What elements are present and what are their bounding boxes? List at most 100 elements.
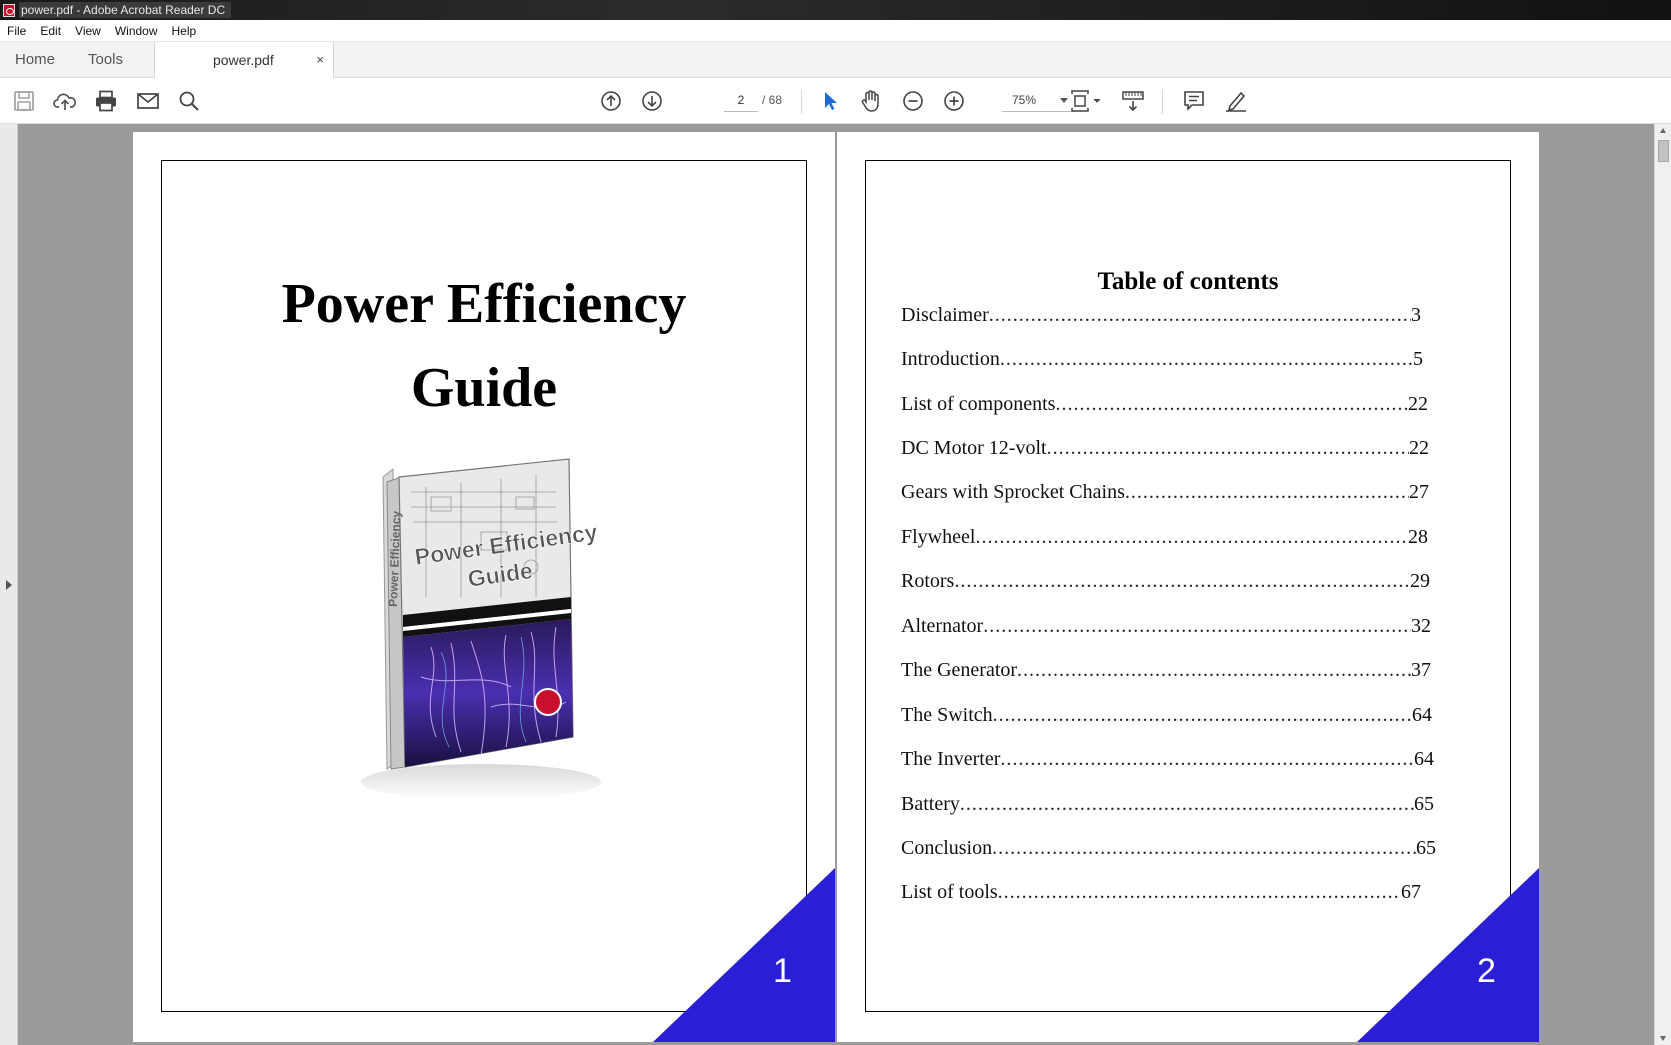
toc-leader (1047, 437, 1409, 460)
toolbar: 2 / 68 75% (0, 78, 1671, 124)
previous-page-icon[interactable] (598, 88, 624, 114)
page-number-2: 2 (1477, 952, 1496, 990)
scroll-up-icon[interactable] (1660, 128, 1666, 133)
toc-entry[interactable]: Alternator 32 (901, 615, 1431, 645)
tab-home[interactable]: Home (15, 42, 55, 78)
save-icon[interactable] (11, 88, 37, 114)
book-cover-image: Power Efficiency Guide Power Efficiency (361, 458, 601, 800)
toc-leader (1017, 659, 1411, 682)
toc-entry[interactable]: Battery 65 (901, 793, 1434, 823)
expand-panel-icon[interactable] (6, 580, 12, 590)
zoom-out-icon[interactable] (900, 88, 926, 114)
toc-entry-label: Battery (901, 793, 960, 815)
toc-leader (993, 704, 1412, 727)
pdf-page-2: Table of contents Disclaimer 3 Introducti… (837, 132, 1539, 1042)
zoom-select[interactable]: 75% (1002, 88, 1074, 112)
acrobat-icon (3, 3, 15, 17)
tab-bar: Home Tools power.pdf × (0, 42, 1671, 79)
cloud-upload-icon[interactable] (52, 88, 78, 114)
toc-entry[interactable]: The Generator 37 (901, 659, 1431, 689)
email-icon[interactable] (135, 88, 161, 114)
toc-leader (954, 570, 1410, 593)
tab-tools[interactable]: Tools (88, 42, 123, 78)
toc-entry[interactable]: The Switch 64 (901, 704, 1432, 734)
toc-entry-page: 22 (1408, 393, 1428, 415)
window-title: power.pdf - Adobe Acrobat Reader DC (19, 2, 232, 18)
toc-entry-page: 22 (1409, 437, 1429, 459)
toc-leader (1000, 348, 1413, 371)
toc-entry-label: The Switch (901, 704, 993, 726)
document-viewer[interactable]: Power Efficiency Guide Power Efficiency … (0, 124, 1671, 1045)
toc-entry-page: 28 (1408, 526, 1428, 548)
fit-page-icon[interactable] (1068, 88, 1104, 114)
toc-entry-page: 65 (1416, 837, 1436, 859)
corner-triangle (653, 868, 835, 1042)
menu-window[interactable]: Window (108, 20, 165, 42)
toc-entry-label: The Generator (901, 659, 1018, 681)
toc-leader (1055, 393, 1408, 416)
tab-document-label: power.pdf (213, 52, 274, 68)
cover-title-line1: Power Efficiency (281, 273, 687, 335)
toc-leader (1000, 748, 1414, 771)
tab-close-icon[interactable]: × (316, 42, 324, 78)
toc-entry-label: Alternator (901, 615, 984, 637)
left-panel-toggle[interactable] (0, 124, 18, 1045)
toolbar-divider (1162, 90, 1163, 114)
toc-entry-label: Disclaimer (901, 304, 989, 326)
toc-entry-page: 3 (1411, 304, 1421, 326)
menu-view[interactable]: View (68, 20, 108, 42)
scroll-down-icon[interactable] (1660, 1036, 1666, 1041)
toc-leader (983, 615, 1411, 638)
toc-entry[interactable]: Gears with Sprocket Chains 27 (901, 481, 1429, 511)
scroll-mode-icon[interactable] (1120, 88, 1146, 114)
toc-leader (989, 304, 1411, 327)
cover-title-line2: Guide (410, 357, 558, 419)
title-bar: power.pdf - Adobe Acrobat Reader DC (0, 0, 1671, 20)
toc-entry-page: 64 (1414, 748, 1434, 770)
menu-edit[interactable]: Edit (33, 20, 68, 42)
toc-entry-page: 64 (1412, 704, 1432, 726)
toc-entry[interactable]: Disclaimer 3 (901, 304, 1421, 334)
search-icon[interactable] (176, 88, 202, 114)
toc-entry-label: List of tools (901, 881, 998, 903)
toc-leader (960, 793, 1414, 816)
chevron-down-icon (1060, 98, 1068, 103)
zoom-in-icon[interactable] (941, 88, 967, 114)
tab-document[interactable]: power.pdf × (154, 42, 334, 79)
toc-entry[interactable]: DC Motor 12-volt 22 (901, 437, 1429, 467)
menu-help[interactable]: Help (165, 20, 204, 42)
sign-icon[interactable] (1223, 88, 1249, 114)
toc-entry[interactable]: List of tools67 (901, 881, 1421, 911)
hand-icon[interactable] (858, 88, 884, 114)
corner-triangle (1357, 868, 1539, 1042)
toc-entry[interactable]: List of components 22 (901, 393, 1428, 423)
toc-entry[interactable]: The Inverter 64 (901, 748, 1434, 778)
toc-entry-label: Conclusion (901, 837, 993, 859)
toc-heading: Table of contents (1097, 268, 1279, 295)
toc-entry-label: Gears with Sprocket Chains (901, 481, 1125, 503)
toc-entry[interactable]: Conclusion 65 (901, 837, 1436, 867)
toc-entry-label: Rotors (901, 570, 955, 592)
print-icon[interactable] (93, 88, 119, 114)
vertical-scrollbar[interactable] (1654, 124, 1671, 1045)
page-number-1: 1 (773, 952, 792, 990)
next-page-icon[interactable] (639, 88, 665, 114)
page-number-input[interactable]: 2 (724, 88, 758, 112)
menu-file[interactable]: File (0, 20, 33, 42)
scrollbar-thumb[interactable] (1658, 140, 1669, 162)
comment-icon[interactable] (1181, 88, 1207, 114)
menu-bar: File Edit View Window Help (0, 20, 1671, 42)
toc-entry-label: The Inverter (901, 748, 1001, 770)
cover-title: Power Efficiency Guide (161, 262, 807, 430)
toc-leader (1125, 481, 1409, 504)
select-arrow-icon[interactable] (817, 88, 843, 114)
zoom-value: 75% (1012, 93, 1037, 107)
toc-leader (992, 837, 1416, 860)
toc-entry-label: Flywheel (901, 526, 976, 548)
toc-entry[interactable]: Rotors 29 (901, 570, 1430, 600)
toc-entry-page: 27 (1409, 481, 1429, 503)
toc-entry[interactable]: Introduction 5 (901, 348, 1423, 378)
toc-entry-page: 65 (1414, 793, 1434, 815)
toc-entry[interactable]: Flywheel 28 (901, 526, 1428, 556)
toc-entry-page: 37 (1411, 659, 1431, 681)
